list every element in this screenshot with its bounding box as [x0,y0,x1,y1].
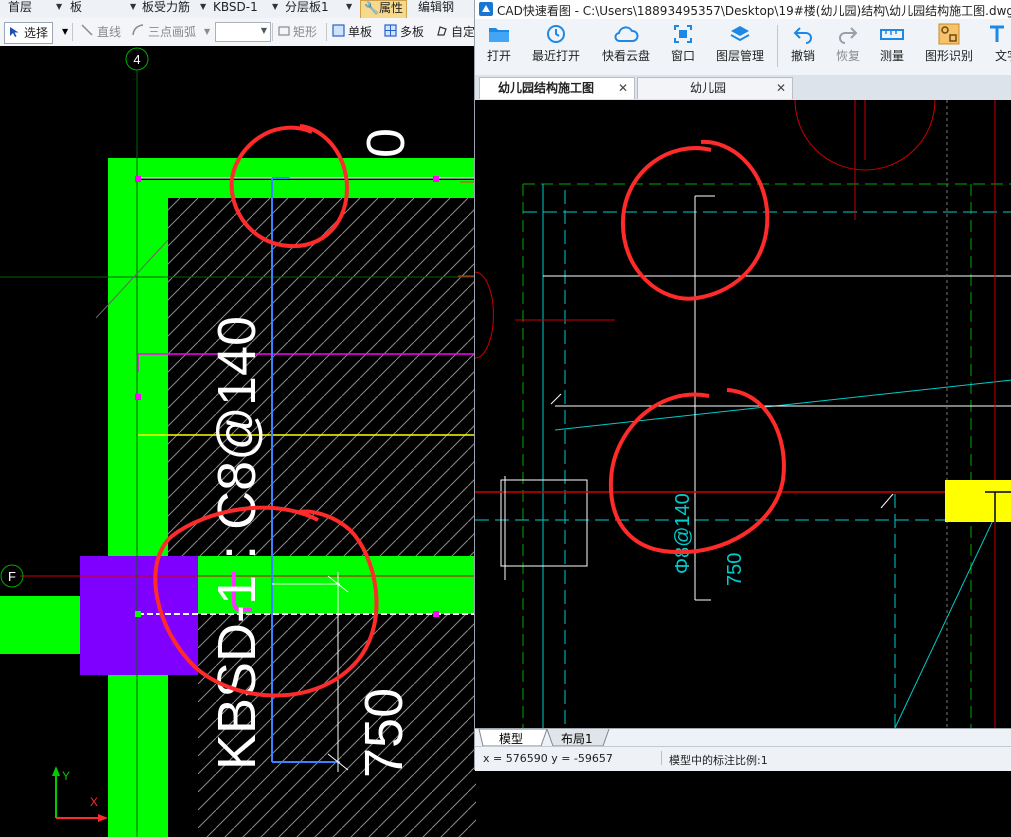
single-slab-button[interactable]: 单板 [332,22,372,42]
edit-rebar-button[interactable]: 编辑钢 [418,0,454,18]
cloud-drive-button[interactable]: 快看云盘 [596,21,656,65]
multi-slab-icon [384,23,397,43]
text-button[interactable]: 文字 [977,21,1011,65]
chevron-down-icon[interactable]: ▼ [56,2,62,11]
ruler-icon [862,21,922,47]
ucs-y-label: Y [62,769,70,783]
layers-icon [710,21,770,47]
layer-dropdown[interactable]: 分层板1 [285,0,329,18]
cad-drawing-canvas[interactable]: Φ8@140 750 [475,100,1011,728]
app-logo-icon [479,2,493,19]
open-folder-icon [469,21,529,47]
window-button[interactable]: 窗口 [653,21,713,65]
beam-side [0,596,80,654]
tab-model[interactable]: 模型 [499,730,523,747]
axis-F-label: F [8,569,16,584]
tab-layout1[interactable]: 布局1 [561,730,593,747]
recent-icon [526,21,586,47]
chevron-down-icon[interactable]: ▼ [204,27,210,36]
floor-dropdown[interactable]: 首层 [8,0,32,18]
window-titlebar[interactable]: CAD快速看图 - C:\Users\18893495357\Desktop\1… [475,0,1011,20]
component-dropdown[interactable]: 板 [70,0,82,18]
text-icon [977,21,1011,47]
rebar-label: KBSD-1 : C8@140 [207,316,267,770]
tab-kindergarten[interactable]: 幼儿园 ✕ [637,77,793,99]
zero-label: 0 [356,128,416,158]
status-bar: x = 576590 y = -59657 模型中的标注比例:1 [475,746,1011,771]
left-selector-bar: 首层 ▼ 板 ▼ 板受力筋 ▼ KBSD-1 ▼ 分层板1 ▼ 🔧属性 编辑钢 [0,0,476,20]
axis-4-label: 4 [133,52,140,67]
line-button[interactable]: 直线 [80,22,121,42]
cad-viewer-window: CAD快速看图 - C:\Users\18893495357\Desktop\1… [474,0,1011,771]
main-toolbar: 打开 最近打开 快看云盘 窗口 图层管理 撤销 恢复 测量 图形识别 文 [475,19,1011,76]
select-button[interactable]: 选择 [4,22,54,44]
chevron-down-icon[interactable]: ▼ [272,2,278,11]
arc-parameter-combo[interactable]: ▼ [215,22,271,42]
custom-shape-icon [436,23,448,43]
line-icon [80,23,94,43]
measure-button[interactable]: 测量 [862,21,922,65]
ucs-x-label: X [90,795,98,809]
shape-recognition-icon [919,21,979,47]
recent-button[interactable]: 最近打开 [526,21,586,65]
shape-recognition-button[interactable]: 图形识别 [919,21,979,65]
rectangle-icon [278,23,290,43]
coordinate-readout: x = 576590 y = -59657 [483,752,613,765]
open-button[interactable]: 打开 [469,21,529,65]
arc-icon [131,23,145,43]
close-icon[interactable]: ✕ [776,78,786,99]
rebar-label: Φ8@140 [672,493,694,574]
left-draw-toolbar: 选择 ▼ 直线 三点画弧 ▼ ▼ 矩形 单板 多板 自定 [0,18,476,47]
cloud-icon [596,21,656,47]
tab-structural-drawing[interactable]: 幼儿园结构施工图 ✕ [479,77,635,99]
rebar-length-label: 750 [354,688,414,778]
three-point-arc-button[interactable]: 三点画弧 [131,22,196,42]
properties-button[interactable]: 🔧属性 [360,0,407,20]
layout-tabs: 模型 布局1 [475,728,1011,747]
name-dropdown[interactable]: KBSD-1 [213,0,258,18]
layer-manager-button[interactable]: 图层管理 [710,21,770,65]
rectangle-button[interactable]: 矩形 [278,22,317,42]
cursor-icon [9,24,21,44]
chevron-down-icon[interactable]: ▼ [130,2,136,11]
type-dropdown[interactable]: 板受力筋 [142,0,190,18]
chevron-down-icon[interactable]: ▼ [200,2,206,11]
left-drawing-canvas[interactable]: 4 F KBSD-1 : C8@140 750 0 Y X [0,46,476,837]
beam-left [108,158,168,837]
window-icon [653,21,713,47]
single-slab-icon [332,23,345,43]
dimension-scale-readout: 模型中的标注比例:1 [669,754,768,767]
rebar-length-label: 750 [724,553,746,586]
multi-slab-button[interactable]: 多板 [384,22,424,42]
yellow-beam [945,480,1011,522]
document-tabs: 幼儿园结构施工图 ✕ 幼儿园 ✕ [475,75,1011,101]
close-icon[interactable]: ✕ [618,78,628,99]
chevron-down-icon[interactable]: ▼ [346,2,352,11]
chevron-down-icon[interactable]: ▼ [62,27,68,36]
window-title: CAD快速看图 - C:\Users\18893495357\Desktop\1… [497,4,1011,18]
chevron-down-icon[interactable]: ▼ [261,26,267,35]
properties-icon: 🔧 [364,1,379,15]
